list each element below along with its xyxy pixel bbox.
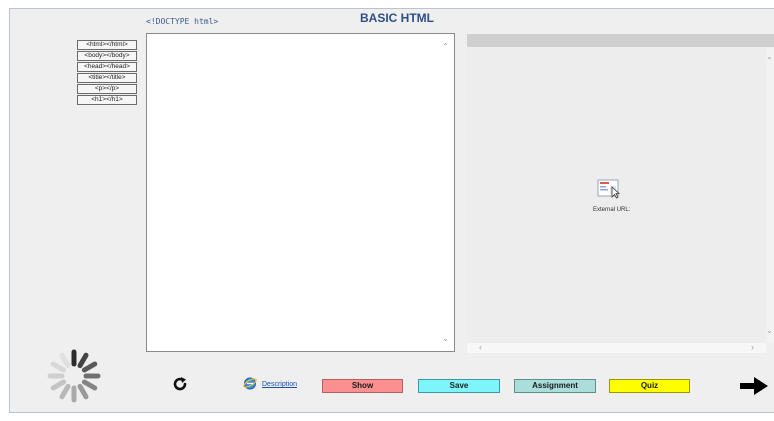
- tag-button-head[interactable]: <head></head>: [77, 62, 137, 72]
- save-button[interactable]: Save: [418, 379, 500, 393]
- quiz-button[interactable]: Quiz: [609, 379, 690, 393]
- preview-horizontal-scrollbar[interactable]: ‹ ›: [467, 342, 766, 353]
- description-link[interactable]: Description: [262, 381, 297, 388]
- tag-button-html[interactable]: <html></html>: [77, 40, 137, 50]
- tag-button-title[interactable]: <title></title>: [77, 73, 137, 83]
- loading-spinner-icon: [47, 349, 101, 403]
- tag-button-p[interactable]: <p></p>: [77, 84, 137, 94]
- show-button[interactable]: Show: [322, 379, 403, 393]
- reload-icon[interactable]: [172, 376, 188, 392]
- editor-scroll-down-icon[interactable]: ⌄: [442, 334, 449, 343]
- preview-vertical-scrollbar[interactable]: ⌃ ⌄: [766, 48, 774, 343]
- tag-button-body[interactable]: <body></body>: [77, 51, 137, 61]
- external-url-icon: [597, 179, 621, 199]
- internet-explorer-icon[interactable]: [243, 376, 257, 390]
- preview-header-bar: [467, 34, 774, 47]
- assignment-button[interactable]: Assignment: [514, 379, 596, 393]
- external-url-label: External URL:: [593, 207, 631, 213]
- tag-button-h1[interactable]: <h1></h1>: [77, 95, 137, 105]
- tag-button-list: <html></html> <body></body> <head></head…: [77, 40, 137, 106]
- preview-scroll-left-icon[interactable]: ‹: [479, 342, 482, 352]
- app-window: <!DOCTYPE html> BASIC HTML <html></html>…: [0, 0, 774, 421]
- arrow-right-icon[interactable]: [739, 376, 769, 396]
- preview-scroll-down-icon[interactable]: ⌄: [766, 326, 773, 335]
- code-editor[interactable]: ⌃ ⌄: [146, 33, 455, 352]
- page-title: BASIC HTML: [360, 11, 434, 25]
- preview-scroll-right-icon[interactable]: ›: [751, 342, 754, 352]
- preview-scroll-up-icon[interactable]: ⌃: [766, 56, 773, 65]
- doctype-label: <!DOCTYPE html>: [146, 17, 219, 26]
- editor-scroll-up-icon[interactable]: ⌃: [442, 42, 449, 51]
